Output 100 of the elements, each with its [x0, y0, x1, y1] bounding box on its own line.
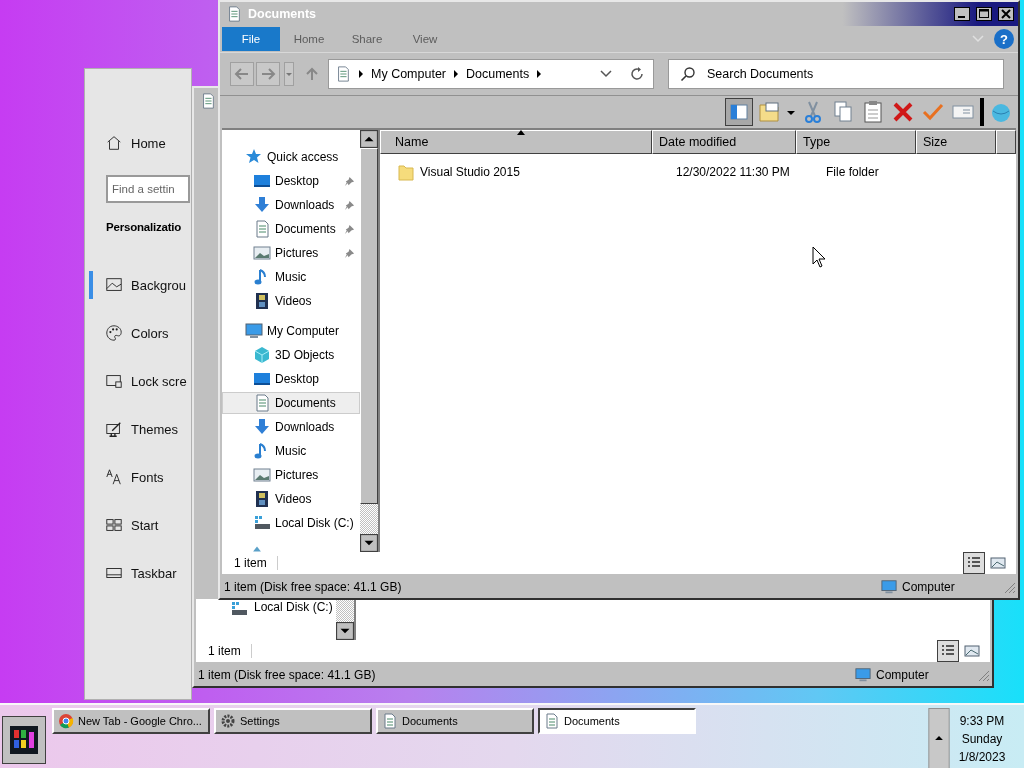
- details-view-icon[interactable]: [964, 553, 984, 573]
- table-cell: File folder: [826, 165, 879, 179]
- document-icon: [226, 5, 242, 23]
- settings-nav-item[interactable]: Fonts: [89, 463, 189, 491]
- close-button[interactable]: [998, 7, 1014, 21]
- mouse-pointer-icon: [812, 246, 826, 268]
- maximize-button[interactable]: [976, 7, 992, 21]
- nav-item[interactable]: Desktop: [222, 170, 360, 192]
- column-header[interactable]: Date modified: [652, 130, 796, 154]
- brush-monitor-icon: [105, 420, 123, 438]
- task-button[interactable]: New Tab - Google Chro...: [52, 708, 210, 734]
- settings-nav-item[interactable]: Themes: [89, 415, 189, 443]
- document-icon: [253, 394, 271, 412]
- nav-item[interactable]: Pictures: [222, 464, 360, 486]
- folder-icon: [398, 163, 414, 181]
- nav-item[interactable]: Downloads: [222, 194, 360, 216]
- chevron-icon[interactable]: [600, 70, 612, 78]
- picture-icon: [105, 276, 123, 294]
- task-button[interactable]: Documents: [538, 708, 696, 734]
- scroll-down-button[interactable]: [360, 534, 378, 552]
- nav-item[interactable]: Music: [222, 440, 360, 462]
- palette-icon: [105, 324, 123, 342]
- scrollbar-thumb[interactable]: [360, 148, 378, 504]
- section-heading: Personalizatio: [106, 221, 183, 233]
- nav-item[interactable]: Documents: [222, 392, 360, 414]
- nav-item[interactable]: Documents: [222, 218, 360, 240]
- column-header[interactable]: Name: [380, 130, 652, 154]
- minimize-button[interactable]: [954, 7, 970, 21]
- nav-item[interactable]: Pictures: [222, 242, 360, 264]
- settings-nav-item[interactable]: Taskbar: [89, 559, 189, 587]
- forward-button[interactable]: [256, 62, 280, 86]
- breadcrumb-arrow-icon[interactable]: [358, 70, 364, 78]
- document-icon: [200, 92, 216, 110]
- document-icon: [335, 65, 351, 83]
- browser-icon: [58, 713, 74, 729]
- ribbon-tab[interactable]: View: [396, 27, 454, 51]
- task-button[interactable]: Settings: [214, 708, 372, 734]
- breadcrumb[interactable]: Documents: [466, 67, 530, 81]
- nav-item[interactable]: Local Disk (C:): [222, 512, 360, 534]
- window-title: Documents: [248, 7, 317, 21]
- search-field[interactable]: Search Documents: [668, 59, 1004, 89]
- file-name[interactable]: Visual Studio 2015: [420, 165, 520, 179]
- drive-icon: [230, 600, 248, 618]
- task-button[interactable]: Documents: [376, 708, 534, 734]
- search-icon: [680, 66, 696, 82]
- cube-icon: [253, 346, 271, 364]
- resize-grip-icon[interactable]: [976, 668, 990, 682]
- nav-item[interactable]: Desktop: [222, 368, 360, 390]
- nav-item[interactable]: Music: [222, 266, 360, 288]
- resize-grip-icon[interactable]: [1002, 580, 1016, 594]
- pin-icon[interactable]: [344, 247, 355, 259]
- settings-nav-item[interactable]: Start: [89, 511, 189, 539]
- item-count: 1 item: [208, 644, 252, 658]
- details-view-icon[interactable]: [938, 641, 958, 661]
- address-bar[interactable]: My Computer Documents: [328, 59, 654, 89]
- nav-item[interactable]: Videos: [222, 290, 360, 312]
- back-button[interactable]: [230, 62, 254, 86]
- desktop-icon: [253, 172, 271, 190]
- document-icon: [253, 220, 271, 238]
- nav-item[interactable]: Videos: [222, 488, 360, 510]
- item-count: 1 item: [234, 556, 278, 570]
- clock-time: 9:33 PM: [959, 714, 1005, 728]
- document-icon: [382, 713, 398, 729]
- settings-nav-item[interactable]: Colors: [89, 319, 189, 347]
- scroll-down-button[interactable]: [336, 622, 354, 640]
- ribbon-tab[interactable]: Share: [338, 27, 396, 51]
- home-icon: [105, 134, 123, 152]
- nav-item[interactable]: Local Disk (C:): [254, 600, 333, 614]
- search-field[interactable]: Find a settin: [106, 175, 190, 203]
- column-header[interactable]: Type: [796, 130, 916, 154]
- film-icon: [253, 292, 271, 310]
- breadcrumb-arrow-icon[interactable]: [536, 70, 543, 78]
- pin-icon[interactable]: [344, 199, 355, 211]
- home-link[interactable]: Home: [131, 135, 166, 151]
- nav-item[interactable]: Downloads: [222, 416, 360, 438]
- pin-icon[interactable]: [344, 175, 355, 187]
- pane-icon[interactable]: [726, 99, 752, 125]
- settings-nav-item[interactable]: Lock scre: [89, 367, 189, 395]
- history-dropdown-button[interactable]: [284, 62, 294, 86]
- help-button[interactable]: ?: [994, 29, 1014, 49]
- sort-arrow-icon: [517, 130, 525, 135]
- tiles-icon: [105, 516, 123, 534]
- breadcrumb[interactable]: My Computer: [371, 67, 447, 81]
- film-icon: [253, 490, 271, 508]
- breadcrumb-arrow-icon[interactable]: [453, 70, 460, 78]
- ribbon-tab[interactable]: File: [222, 27, 280, 51]
- picture-icon: [253, 466, 271, 484]
- column-header[interactable]: Size: [916, 130, 996, 154]
- download-arrow-icon: [253, 418, 271, 436]
- start-button[interactable]: [2, 716, 46, 764]
- ribbon-tab[interactable]: Home: [280, 27, 338, 51]
- pin-icon[interactable]: [344, 223, 355, 235]
- scroll-up-button[interactable]: [360, 130, 378, 148]
- nav-item[interactable]: Quick access: [222, 146, 360, 168]
- refresh-icon[interactable]: [629, 66, 645, 82]
- clock-date: 1/8/2023: [958, 750, 1006, 764]
- clock-day: Sunday: [961, 732, 1003, 746]
- nav-item[interactable]: My Computer: [222, 320, 360, 342]
- nav-item[interactable]: 3D Objects: [222, 344, 360, 366]
- status-text: 1 item (Disk free space: 41.1 GB): [224, 580, 402, 594]
